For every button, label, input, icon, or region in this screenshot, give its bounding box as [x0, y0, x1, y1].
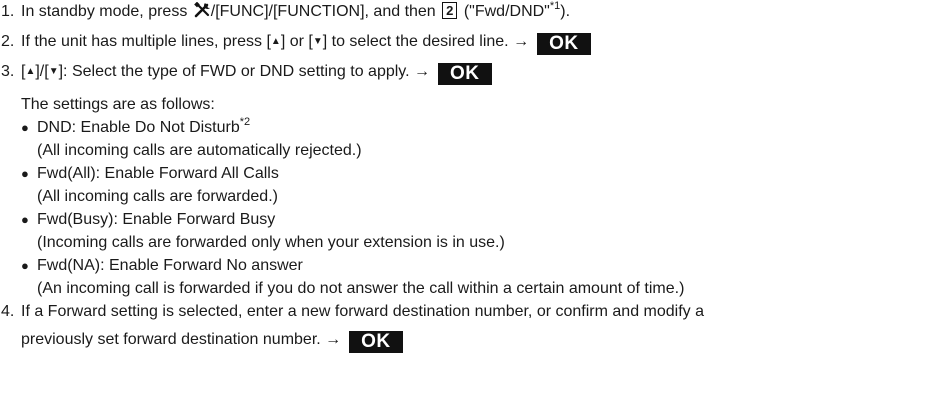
ok-key-icon: OK	[537, 33, 591, 55]
wrench-screwdriver-icon	[193, 1, 211, 24]
option-label: Fwd(NA): Enable Forward No answer	[37, 257, 303, 274]
option-dnd: ● DND: Enable Do Not Disturb*2	[21, 116, 251, 138]
option-desc: (An incoming call is forwarded if you do…	[37, 280, 685, 297]
step-4-continued: previously set forward destination numbe…	[21, 330, 403, 353]
instruction-page: 1. In standby mode, press /[FUNC]/[FUNCTI…	[0, 0, 932, 398]
option-fwd-busy: ● Fwd(Busy): Enable Forward Busy	[21, 210, 275, 230]
step-1-number: 1.	[1, 3, 15, 20]
step-2-text-b: ] or [	[280, 33, 313, 50]
bullet-dot-icon: ●	[21, 166, 29, 181]
step-4-line-1: If a Forward setting is selected, enter …	[21, 303, 704, 320]
footnote-ref-2: *2	[239, 116, 251, 128]
step-3: 3. [▲]/[▼]: Select the type of FWD or DND…	[1, 62, 492, 85]
step-2-number: 2.	[1, 33, 15, 50]
step-3-text-b: ]/[	[35, 63, 49, 80]
option-fwd-all: ● Fwd(All): Enable Forward All Calls	[21, 164, 279, 184]
option-label: DND: Enable Do Not Disturb	[37, 119, 240, 136]
down-arrow-icon: ▼	[48, 66, 59, 77]
option-fwd-na: ● Fwd(NA): Enable Forward No answer	[21, 256, 303, 276]
step-4: 4. If a Forward setting is selected, ente…	[1, 302, 704, 322]
step-1-text-d: ).	[560, 3, 571, 20]
bullet-dot-icon: ●	[21, 120, 29, 135]
down-arrow-icon: ▼	[312, 36, 323, 47]
option-desc: (All incoming calls are forwarded.)	[37, 188, 278, 205]
ok-key-icon: OK	[438, 63, 492, 85]
option-desc: (Incoming calls are forwarded only when …	[37, 234, 505, 251]
step-2: 2. If the unit has multiple lines, press …	[1, 32, 591, 55]
bullet-dot-icon: ●	[21, 258, 29, 273]
step-4-line-2: previously set forward destination numbe…	[21, 331, 342, 348]
step-3-text-c: ]: Select the type of FWD or DND setting…	[58, 63, 431, 80]
step-2-text-a: If the unit has multiple lines, press [	[21, 33, 271, 50]
step-4-number: 4.	[1, 303, 15, 320]
ok-key-icon: OK	[349, 331, 403, 353]
bullet-dot-icon: ●	[21, 212, 29, 227]
up-arrow-icon: ▲	[25, 66, 36, 77]
step-1-text-a: In standby mode, press	[21, 3, 192, 20]
option-label: Fwd(Busy): Enable Forward Busy	[37, 211, 276, 228]
option-desc: (All incoming calls are automatically re…	[37, 142, 362, 159]
step-1: 1. In standby mode, press /[FUNC]/[FUNCTI…	[1, 0, 571, 24]
step-2-text-c: ] to select the desired line. →	[322, 33, 530, 50]
key-2-icon: 2	[442, 2, 458, 19]
settings-intro: The settings are as follows:	[21, 96, 215, 113]
step-1-text-c: ("Fwd/DND"	[459, 3, 550, 20]
footnote-ref-1: *1	[549, 0, 561, 12]
up-arrow-icon: ▲	[270, 36, 281, 47]
option-label: Fwd(All): Enable Forward All Calls	[37, 165, 279, 182]
step-1-text-b: /[FUNC]/[FUNCTION], and then	[210, 3, 441, 20]
step-3-number: 3.	[1, 63, 15, 80]
